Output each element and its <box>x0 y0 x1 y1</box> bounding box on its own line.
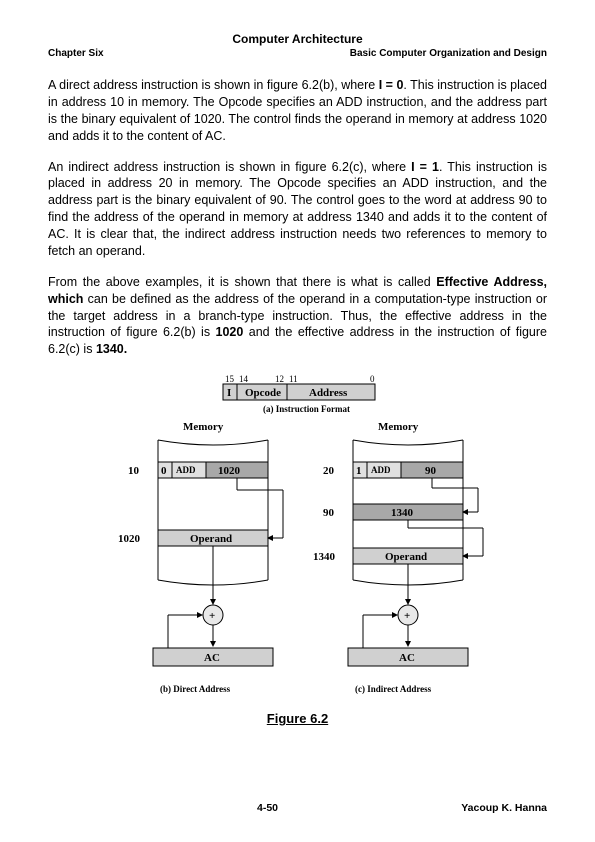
p3f: 1340. <box>96 342 127 356</box>
I-c: 1 <box>356 465 362 477</box>
addr-10: 10 <box>128 465 140 477</box>
val-1340: 1340 <box>391 507 414 519</box>
p3a: From the above examples, it is shown tha… <box>48 275 436 289</box>
memory-label-c: Memory <box>378 421 419 433</box>
doc-title: Computer Architecture <box>48 32 547 46</box>
addr-val-b: 1020 <box>218 465 241 477</box>
AC-c: AC <box>399 652 415 664</box>
part-c: Memory 20 1 ADD 90 90 1340 1340 <box>313 421 483 694</box>
part-a-caption: (a) Instruction Format <box>263 404 350 414</box>
I-b: 0 <box>161 465 167 477</box>
header-row: Chapter Six Basic Computer Organization … <box>48 48 547 59</box>
page-number: 4-50 <box>108 802 427 814</box>
addr-1020: 1020 <box>118 533 141 545</box>
AC-b: AC <box>204 652 220 664</box>
opcode-label: Opcode <box>245 387 281 399</box>
memory-label-b: Memory <box>183 421 224 433</box>
part-b: Memory 10 0 ADD 1020 1020 Operand <box>118 421 283 694</box>
p2c: . This instruction is placed in address … <box>48 160 547 258</box>
addr-20: 20 <box>323 465 335 477</box>
p1b: I = 0 <box>379 78 404 92</box>
p1a: A direct address instruction is shown in… <box>48 78 379 92</box>
header-left: Chapter Six <box>48 48 104 59</box>
paragraph-2: An indirect address instruction is shown… <box>48 159 547 260</box>
header-right: Basic Computer Organization and Design <box>350 48 547 59</box>
figure-caption: Figure 6.2 <box>48 711 547 726</box>
plus-c: + <box>404 610 410 622</box>
bit-12: 12 <box>275 374 284 384</box>
figure-svg: 15 14 12 11 0 I Opcode Address (a) Instr… <box>98 372 498 702</box>
I-label: I <box>227 387 231 399</box>
opcode-c: ADD <box>371 465 391 475</box>
footer: 4-50 Yacoup K. Hanna <box>48 802 547 814</box>
paragraph-3: From the above examples, it is shown tha… <box>48 274 547 358</box>
operand-b: Operand <box>190 533 232 545</box>
addr-1340: 1340 <box>313 551 336 563</box>
bit-14: 14 <box>239 374 249 384</box>
addr-val-c: 90 <box>425 465 437 477</box>
address-label: Address <box>309 387 348 399</box>
operand-c: Operand <box>385 551 427 563</box>
p3d: 1020 <box>216 325 244 339</box>
part-a: 15 14 12 11 0 I Opcode Address (a) Instr… <box>223 374 375 414</box>
bit-11: 11 <box>289 374 298 384</box>
author-name: Yacoup K. Hanna <box>427 802 547 814</box>
p2a: An indirect address instruction is shown… <box>48 160 411 174</box>
plus-b: + <box>209 610 215 622</box>
opcode-b: ADD <box>176 465 196 475</box>
figure-6-2: 15 14 12 11 0 I Opcode Address (a) Instr… <box>48 372 547 726</box>
part-b-caption: (b) Direct Address <box>160 684 231 694</box>
part-c-caption: (c) Indirect Address <box>355 684 432 694</box>
addr-90: 90 <box>323 507 335 519</box>
bit-15: 15 <box>225 374 235 384</box>
paragraph-1: A direct address instruction is shown in… <box>48 77 547 145</box>
p2b: I = 1 <box>411 160 439 174</box>
bit-0: 0 <box>370 374 375 384</box>
